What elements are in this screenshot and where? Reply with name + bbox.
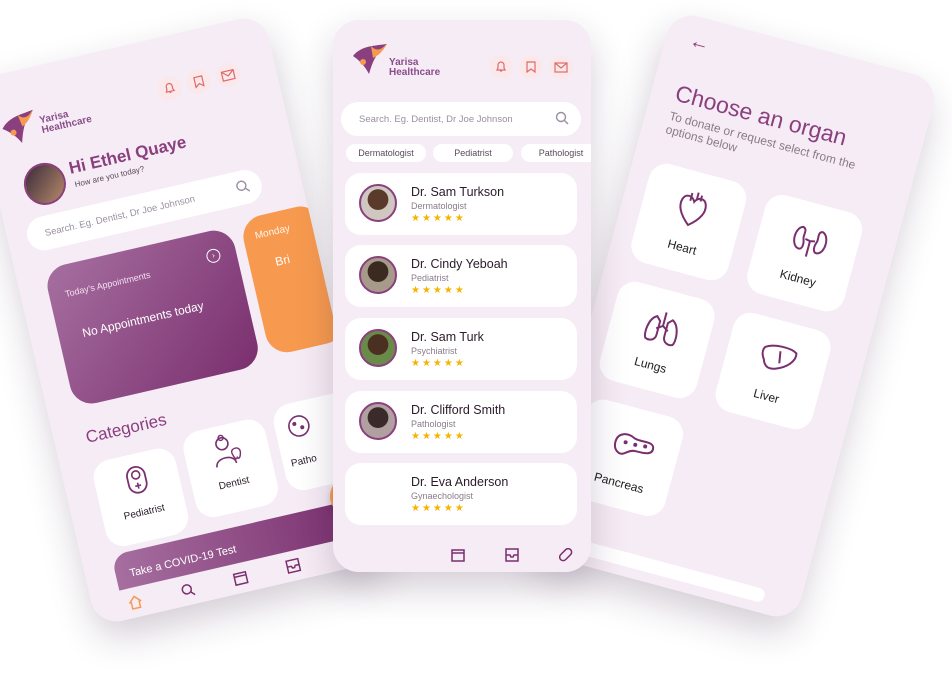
search-icon[interactable] [234,178,251,195]
liver-icon [761,344,798,370]
doctor-rating: ★★★★★ [411,285,466,296]
doctor-specialty: Psychiatrist [411,346,458,356]
doctor-name: Dr. Clifford Smith [411,403,506,417]
pill-icon[interactable] [559,548,573,562]
brand-logo-icon [353,44,387,74]
search-input[interactable]: Search. Eg. Dentist, Dr Joe Johnson [341,102,581,136]
kidney-icon [793,225,828,257]
doctor-name: Dr. Cindy Yeboah [411,257,508,271]
appointments-title: Today's Appointments [64,269,152,300]
doctor-card[interactable]: Dr. Clifford Smith Pathologist ★★★★★ [345,391,577,453]
organ-card-kidney[interactable]: Kidney [743,190,867,316]
doctor-specialty: Pediatrist [411,273,449,283]
chevron-right-icon[interactable]: › [205,247,222,265]
search-placeholder: Search. Eg. Dentist, Dr Joe Johnson [43,193,196,239]
brand-name: Yarisa Healthcare [38,105,93,136]
calendar-icon[interactable] [232,570,249,587]
doctor-card[interactable]: Dr. Cindy Yeboah Pediatrist ★★★★★ [345,245,577,307]
brand-logo-icon [2,109,33,143]
doctor-specialty: Gynaechologist [411,491,474,501]
doctor-name: Dr. Sam Turkson [411,185,505,199]
baby-icon [126,466,148,494]
brand-line-2: Healthcare [389,67,441,78]
mail-icon[interactable] [213,60,243,90]
filter-chip-dermatologist[interactable]: Dermatologist [346,144,426,162]
category-label: Dentist [217,474,251,493]
inbox-icon[interactable] [285,557,302,574]
pancreas-icon [613,433,655,455]
doctor-card[interactable]: Dr. Sam Turk Psychiatrist ★★★★★ [345,318,577,380]
doctor-name: Dr. Eva Anderson [411,475,509,489]
next-card-title: Monday [253,223,292,242]
organ-label: Liver [751,385,781,407]
pathology-icon [288,415,310,437]
mail-icon[interactable] [549,55,573,79]
bell-icon[interactable] [489,55,513,79]
home-icon[interactable] [127,594,144,611]
category-label: Pediatrist [122,502,166,523]
doctor-avatar [359,329,397,367]
category-dentist[interactable]: Dentist [179,416,282,521]
search-placeholder: Search. Eg. Dentist, Dr Joe Johnson [359,113,513,125]
doctor-specialty: Dermatologist [411,201,467,211]
calendar-icon[interactable] [451,548,465,562]
organ-card-lungs[interactable]: Lungs [595,277,719,403]
heart-icon [679,192,707,227]
bottom-bar [569,537,767,604]
brand-name: Yarisa Healthcare [389,58,440,78]
organ-card-liver[interactable]: Liver [711,308,835,434]
doctor-avatar [359,184,397,222]
search-icon[interactable] [180,582,197,599]
doctor-card[interactable]: Dr. Sam Turkson Dermatologist ★★★★★ [345,173,577,235]
doctor-card[interactable]: Dr. Eva Anderson Gynaechologist ★★★★★ [345,463,577,525]
categories-title: Categories [83,409,169,447]
doctor-avatar [359,256,397,294]
filter-chip-pediatrist[interactable]: Pediatrist [433,144,513,162]
back-arrow-icon[interactable]: ← [687,30,712,57]
organ-label: Kidney [778,266,818,290]
doctor-rating: ★★★★★ [411,358,466,369]
doctor-rating: ★★★★★ [411,213,466,224]
doctor-rating: ★★★★★ [411,431,466,442]
organ-label: Lungs [632,354,669,377]
doctor-name: Dr. Sam Turk [411,330,484,344]
doctors-screen: Yarisa Healthcare Search. Eg. Dentist, D… [333,20,591,572]
lungs-icon [643,312,678,347]
search-icon[interactable] [555,111,569,125]
organ-label: Heart [666,236,699,258]
filter-chip-pathologist[interactable]: Pathologist [521,144,591,162]
home-screen: Yarisa Healthcare Hi Ethel Quaye How are… [0,13,390,627]
bookmark-icon[interactable] [184,67,214,97]
appointments-card[interactable]: Today's Appointments › No Appointments t… [43,226,263,408]
category-pediatrist[interactable]: Pediatrist [90,445,192,550]
bell-icon[interactable] [155,74,185,103]
doctor-avatar [359,402,397,440]
appointments-empty: No Appointments today [80,298,205,341]
dentist-icon [215,434,242,468]
doctor-specialty: Pathologist [411,419,456,429]
category-label: Patho [290,452,318,470]
bookmark-icon[interactable] [519,55,543,79]
organ-card-heart[interactable]: Heart [627,159,751,285]
avatar[interactable] [19,158,71,210]
inbox-icon[interactable] [505,548,519,562]
bottom-tab-bar [333,538,591,572]
doctor-rating: ★★★★★ [411,503,466,514]
next-card-text: Bri [273,251,292,269]
